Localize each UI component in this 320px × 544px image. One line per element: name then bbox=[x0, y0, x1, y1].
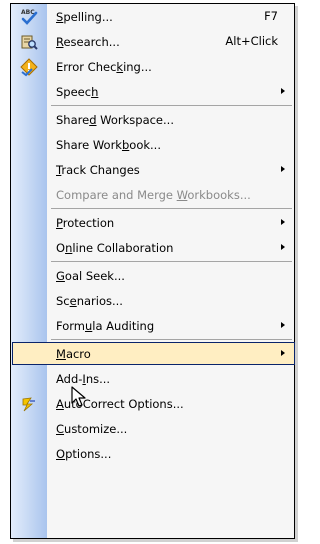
menu-item-customize[interactable]: Customize... bbox=[11, 416, 294, 441]
menu-item-error-checking[interactable]: Error Checking... bbox=[11, 54, 294, 79]
menu-separator bbox=[51, 261, 292, 262]
submenu-arrow-icon bbox=[281, 88, 285, 94]
menu-item-label: Online Collaboration bbox=[56, 240, 174, 255]
menu-item-label: Speech bbox=[56, 84, 99, 99]
arrow-pointer-icon bbox=[71, 386, 86, 407]
submenu-arrow-icon bbox=[281, 219, 285, 225]
submenu-arrow-icon bbox=[281, 244, 285, 250]
menu-item-autocorrect-options[interactable]: AutoCorrect Options... bbox=[11, 391, 294, 416]
submenu-arrow-icon bbox=[281, 166, 285, 172]
menu-item-label: Error Checking... bbox=[56, 59, 152, 74]
menu-item-label: Share Workbook... bbox=[56, 137, 161, 152]
menu-separator bbox=[51, 208, 292, 209]
menu-separator bbox=[51, 339, 292, 340]
menu-item-research[interactable]: Research... Alt+Click bbox=[11, 29, 294, 54]
menu-item-label: Track Changes bbox=[56, 162, 140, 177]
submenu-arrow-icon bbox=[281, 350, 285, 356]
menu-item-label: Spelling... bbox=[56, 9, 113, 24]
menu-item-macro[interactable]: Macro bbox=[12, 342, 295, 365]
tools-menu: ABC Spelling... F7 Research... Alt+Click bbox=[10, 3, 295, 539]
menu-item-options[interactable]: Options... bbox=[11, 441, 294, 466]
menu-item-scenarios[interactable]: Scenarios... bbox=[11, 288, 294, 313]
menu-item-label: Add-Ins... bbox=[56, 371, 111, 386]
autocorrect-lightning-icon bbox=[11, 391, 47, 416]
menu-item-label: Shared Workspace... bbox=[56, 112, 174, 127]
menu-separator bbox=[51, 105, 292, 106]
menu-item-shared-workspace[interactable]: Shared Workspace... bbox=[11, 107, 294, 132]
menu-item-goal-seek[interactable]: Goal Seek... bbox=[11, 263, 294, 288]
submenu-arrow-icon bbox=[281, 322, 285, 328]
menu-item-shortcut: Alt+Click bbox=[225, 34, 278, 48]
menu-item-label: Formula Auditing bbox=[56, 318, 155, 333]
menu-item-protection[interactable]: Protection bbox=[11, 210, 294, 235]
menu-item-label: Protection bbox=[56, 215, 115, 230]
menu-item-online-collaboration[interactable]: Online Collaboration bbox=[11, 235, 294, 260]
menu-item-spelling[interactable]: ABC Spelling... F7 bbox=[11, 4, 294, 29]
error-checking-icon bbox=[11, 54, 47, 79]
menu-item-shortcut: F7 bbox=[264, 9, 278, 23]
research-icon bbox=[11, 29, 47, 54]
menu-item-add-ins[interactable]: Add-Ins... bbox=[11, 366, 294, 391]
menu-item-label: Goal Seek... bbox=[56, 268, 125, 283]
menu-item-compare-merge: Compare and Merge Workbooks... bbox=[11, 182, 294, 207]
menu-item-label: Scenarios... bbox=[56, 293, 123, 308]
menu-item-formula-auditing[interactable]: Formula Auditing bbox=[11, 313, 294, 338]
spelling-icon: ABC bbox=[11, 4, 47, 29]
menu-item-label: Macro bbox=[56, 346, 91, 361]
menu-item-label: Customize... bbox=[56, 421, 128, 436]
menu-item-label: Compare and Merge Workbooks... bbox=[56, 187, 251, 202]
menu-item-label: Options... bbox=[56, 446, 112, 461]
menu-item-share-workbook[interactable]: Share Workbook... bbox=[11, 132, 294, 157]
menu-item-speech[interactable]: Speech bbox=[11, 79, 294, 104]
menu-item-track-changes[interactable]: Track Changes bbox=[11, 157, 294, 182]
